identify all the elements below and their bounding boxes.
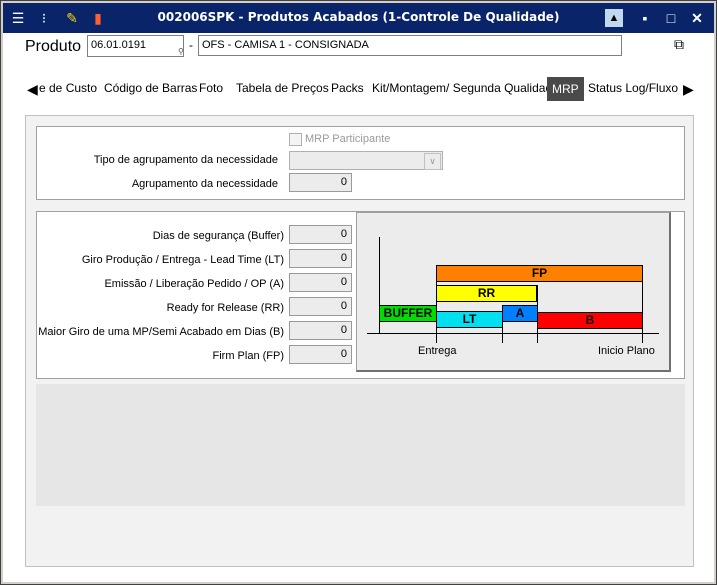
participante-checkbox[interactable] — [289, 133, 302, 146]
tab-foto[interactable]: Foto — [199, 81, 223, 95]
ready-release-label: Ready for Release (RR) — [166, 302, 284, 314]
buffer-bar: BUFFER — [379, 305, 437, 322]
tab-custo[interactable]: e de Custo — [39, 81, 97, 95]
produto-label: Produto — [25, 38, 82, 55]
mrp-panel: MRP Participante Tipo de agrupamento da … — [25, 115, 694, 567]
tab-status-log[interactable]: Status Log/Fluxo — [588, 81, 678, 95]
participante-label: MRP Participante — [305, 133, 391, 145]
b-bar: B — [537, 312, 643, 329]
tab-strip: ◀ e de Custo Código de Barras Foto Tabel… — [23, 75, 698, 105]
descricao-input[interactable]: OFS - CAMISA 1 - CONSIGNADA — [198, 35, 622, 56]
close-button[interactable]: ✕ — [687, 9, 707, 27]
maior-giro-input[interactable]: 0 — [289, 321, 352, 340]
entrega-tick — [436, 265, 437, 343]
lt-bar: LT — [436, 311, 503, 328]
title-bar: ☰ ⁝ ✎ ▮ 002006SPK - Produtos Acabados (1… — [3, 3, 714, 33]
tab-tabela-precos[interactable]: Tabela de Preços — [236, 81, 329, 95]
fp-bar: FP — [436, 265, 643, 282]
firm-plan-input[interactable]: 0 — [289, 345, 352, 364]
search-icon[interactable]: ⚲ — [178, 47, 184, 56]
empty-area — [36, 384, 685, 506]
tab-scroll-left-icon[interactable]: ◀ — [27, 81, 38, 98]
tab-kit-montagem[interactable]: Kit/Montagem/ Segunda Qualidade — [372, 81, 559, 95]
inicio-tick — [642, 265, 643, 343]
tipo-select[interactable]: ∨ — [289, 151, 443, 170]
client-area: Produto 06.01.0191 ⚲ - OFS - CAMISA 1 - … — [3, 33, 714, 582]
maior-giro-label: Maior Giro de uma MP/Semi Acabado em Dia… — [38, 326, 284, 338]
firm-plan-label: Firm Plan (FP) — [212, 350, 285, 362]
tab-scroll-right-icon[interactable]: ▶ — [683, 81, 694, 98]
emissao-label: Emissão / Liberação Pedido / OP (A) — [104, 278, 284, 290]
a-bar: A — [502, 305, 538, 322]
b-tick — [537, 285, 538, 343]
emissao-input[interactable]: 0 — [289, 273, 352, 292]
agrup-label: Agrupamento da necessidade — [131, 178, 278, 190]
tab-mrp[interactable]: MRP — [547, 77, 584, 101]
tab-codigo-barras[interactable]: Código de Barras — [104, 81, 197, 95]
lead-time-input[interactable]: 0 — [289, 249, 352, 268]
tipo-label: Tipo de agrupamento da necessidade — [93, 154, 278, 166]
entrega-label: Entrega — [418, 345, 457, 357]
agrupamento-group: MRP Participante Tipo de agrupamento da … — [36, 126, 685, 200]
tab-packs[interactable]: Packs — [331, 81, 364, 95]
buffer-input[interactable]: 0 — [289, 225, 352, 244]
mrp-diagram: FP RR BUFFER LT A B Entrega Inicio Plano — [356, 212, 671, 372]
agrup-input[interactable]: 0 — [289, 173, 352, 192]
a-tick — [502, 321, 503, 343]
ready-release-input[interactable]: 0 — [289, 297, 352, 316]
axis-baseline — [367, 333, 659, 334]
copy-icon[interactable]: ⧉ — [674, 36, 684, 53]
inicio-plano-label: Inicio Plano — [598, 345, 655, 357]
maximize-button[interactable]: □ — [661, 9, 681, 27]
axis-left-line — [379, 237, 380, 334]
rr-bar: RR — [436, 285, 537, 302]
buffer-label: Dias de segurança (Buffer) — [152, 230, 284, 242]
minimize-button[interactable]: ▪ — [635, 9, 655, 27]
window: ☰ ⁝ ✎ ▮ 002006SPK - Produtos Acabados (1… — [0, 0, 717, 585]
chevron-down-icon[interactable]: ∨ — [424, 153, 441, 170]
image-icon[interactable]: ▲ — [605, 9, 623, 27]
codigo-input[interactable]: 06.01.0191 — [87, 35, 184, 57]
separator-label: - — [189, 38, 193, 52]
lead-time-label: Giro Produção / Entrega - Lead Time (LT) — [81, 254, 284, 266]
